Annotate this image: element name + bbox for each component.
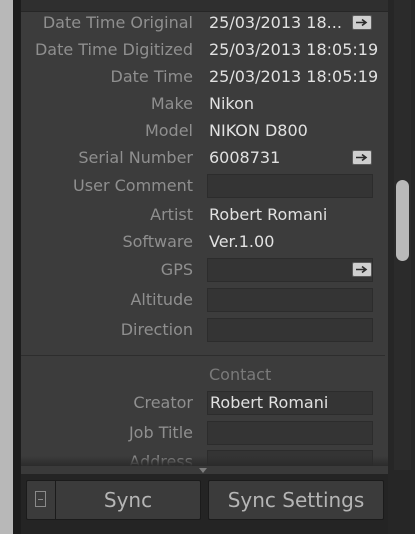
- field-label: Date Time: [110, 67, 193, 86]
- field-value: Ver.1.00: [209, 232, 275, 251]
- metadata-panel: Date Time Original 25/03/2013 18... Date…: [21, 0, 388, 466]
- field-value: 25/03/2013 18:05:19: [209, 67, 379, 86]
- go-to-photos-button[interactable]: [352, 150, 372, 165]
- arrow-right-icon: [356, 265, 368, 274]
- field-label: Artist: [150, 205, 193, 224]
- field-value: 6008731: [209, 148, 281, 167]
- metadata-row-artist: Artist Robert Romani: [21, 203, 388, 227]
- metadata-row-model: Model NIKON D800: [21, 119, 388, 143]
- metadata-row-user-comment: User Comment: [21, 174, 388, 198]
- contact-row-job-title: Job Title: [21, 421, 388, 445]
- contact-section-label: Contact: [209, 365, 272, 384]
- field-label: Date Time Original: [42, 13, 193, 32]
- job-title-field[interactable]: [207, 421, 373, 445]
- field-label: Model: [144, 121, 193, 140]
- field-label: Altitude: [130, 290, 193, 309]
- panel-bottom-fade: [21, 456, 388, 466]
- field-label: Creator: [133, 393, 193, 412]
- metadata-row-direction: Direction: [21, 318, 388, 342]
- metadata-row-date-time: Date Time 25/03/2013 18:05:19: [21, 65, 388, 89]
- left-panel-edge: [0, 0, 13, 534]
- field-label: Date Time Digitized: [34, 40, 193, 59]
- left-panel-border: [13, 0, 21, 534]
- field-value: 25/03/2013 18:05:19: [209, 40, 379, 59]
- user-comment-field[interactable]: [207, 174, 373, 198]
- altitude-field[interactable]: [207, 288, 373, 312]
- direction-field[interactable]: [207, 318, 373, 342]
- sync-settings-button[interactable]: Sync Settings: [208, 480, 384, 520]
- sync-settings-label: Sync Settings: [227, 488, 365, 512]
- show-on-map-button[interactable]: [352, 262, 372, 277]
- go-to-photos-button[interactable]: [352, 15, 372, 30]
- field-value: 25/03/2013 18...: [209, 13, 342, 32]
- field-label: Software: [122, 232, 193, 251]
- field-label: Make: [150, 94, 193, 113]
- sync-toggle-icon: [35, 491, 46, 507]
- metadata-row-date-time-original: Date Time Original 25/03/2013 18...: [21, 11, 388, 35]
- scrollbar-thumb[interactable]: [396, 180, 409, 261]
- field-value: Robert Romani: [209, 205, 328, 224]
- sync-button-label: Sync: [103, 488, 153, 512]
- creator-field[interactable]: Robert Romani: [207, 391, 373, 415]
- field-label: User Comment: [73, 176, 193, 195]
- metadata-row-software: Software Ver.1.00: [21, 230, 388, 254]
- triangle-down-icon[interactable]: [199, 468, 207, 473]
- gps-field[interactable]: [207, 258, 373, 282]
- auto-sync-toggle[interactable]: [27, 481, 56, 519]
- field-label: Direction: [120, 320, 193, 339]
- field-value: Nikon: [209, 94, 255, 113]
- sync-button[interactable]: Sync: [26, 480, 201, 520]
- contact-row-creator: Creator Robert Romani: [21, 391, 388, 415]
- field-value: NIKON D800: [209, 121, 308, 140]
- section-divider: [21, 355, 385, 356]
- metadata-row-serial-number: Serial Number 6008731: [21, 146, 388, 170]
- field-label: Job Title: [128, 423, 193, 442]
- metadata-row-make: Make Nikon: [21, 92, 388, 116]
- metadata-row-gps: GPS: [21, 258, 388, 282]
- arrow-right-icon: [356, 18, 368, 27]
- metadata-row-date-time-digitized: Date Time Digitized 25/03/2013 18:05:19: [21, 38, 388, 62]
- arrow-right-icon: [356, 153, 368, 162]
- field-label: Serial Number: [78, 148, 193, 167]
- metadata-row-altitude: Altitude: [21, 288, 388, 312]
- field-value: Robert Romani: [210, 393, 329, 412]
- field-label: GPS: [160, 260, 193, 279]
